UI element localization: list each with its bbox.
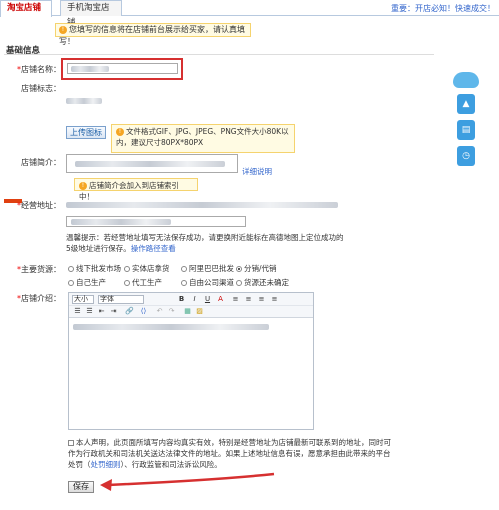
shop-description-label: *店铺介绍： bbox=[17, 294, 61, 303]
clock-icon[interactable]: ◷ bbox=[457, 146, 475, 166]
radio-icon bbox=[181, 266, 187, 272]
bell-icon[interactable]: ▲ bbox=[457, 94, 475, 114]
detail-link[interactable]: 详细说明 bbox=[242, 166, 272, 177]
font-family-select[interactable]: 字体 bbox=[98, 295, 144, 304]
bold-icon[interactable]: B bbox=[177, 295, 186, 304]
top-notice-link[interactable]: 重要：开店必知！快速成交！ bbox=[391, 3, 495, 14]
align-left-icon[interactable]: ≡ bbox=[231, 295, 240, 304]
editor-toolbar-row1: 大小 字体 B I U A ≡ ≡ ≡ ≡ bbox=[69, 293, 313, 306]
table-icon[interactable]: ▨ bbox=[195, 307, 204, 316]
source-option-store[interactable]: 实体店拿货 bbox=[124, 263, 170, 274]
shop-name-label: *店铺名称： bbox=[17, 65, 61, 74]
address-detail-input[interactable] bbox=[66, 216, 246, 227]
rich-text-editor[interactable]: 大小 字体 B I U A ≡ ≡ ≡ ≡ ☰ ☰ ⇤ ⇥ 🔗 ⟨⟩ ↶ ↷ ▦… bbox=[68, 292, 314, 430]
shop-intro-label: 店铺简介： bbox=[21, 158, 61, 167]
redo-icon[interactable]: ↷ bbox=[167, 307, 176, 316]
logo-format-tip: ! 文件格式GIF、JPG、JPEG、PNG文件大小80K以内，建议尺寸80PX*… bbox=[111, 124, 295, 153]
italic-icon[interactable]: I bbox=[190, 295, 199, 304]
font-size-select[interactable]: 大小 bbox=[72, 295, 94, 304]
notice-text: 您填写的信息将在店铺前台展示给买家，请认真填写！ bbox=[59, 25, 245, 46]
radio-icon bbox=[124, 266, 130, 272]
link-icon[interactable]: 🔗 bbox=[125, 307, 134, 316]
radio-icon bbox=[124, 280, 130, 286]
source-label: *主要货源： bbox=[17, 265, 61, 274]
source-option-offline-market[interactable]: 线下批发市场 bbox=[68, 263, 121, 274]
source-option-alibaba[interactable]: 阿里巴巴批发 bbox=[181, 263, 234, 274]
logo-tip-text: 文件格式GIF、JPG、JPEG、PNG文件大小80K以内，建议尺寸80PX*8… bbox=[116, 127, 289, 147]
warning-icon: ! bbox=[116, 128, 124, 136]
cloud-icon bbox=[453, 72, 479, 88]
document-icon[interactable]: ▤ bbox=[457, 120, 475, 140]
section-divider bbox=[4, 54, 434, 55]
outdent-icon[interactable]: ⇤ bbox=[97, 307, 106, 316]
save-button[interactable]: 保存 bbox=[68, 481, 94, 493]
image-icon[interactable]: ▦ bbox=[183, 307, 192, 316]
align-justify-icon[interactable]: ≡ bbox=[270, 295, 279, 304]
address-selects[interactable] bbox=[66, 198, 338, 212]
radio-selected-icon bbox=[236, 266, 242, 272]
radio-icon bbox=[181, 280, 187, 286]
upload-icon-button[interactable]: 上传图标 bbox=[66, 126, 106, 139]
notice-banner: ! 您填写的信息将在店铺前台展示给买家，请认真填写！ bbox=[55, 23, 251, 46]
warning-icon: ! bbox=[79, 182, 87, 190]
indent-icon[interactable]: ⇥ bbox=[109, 307, 118, 316]
shop-logo-label: 店铺标志： bbox=[21, 84, 61, 93]
source-option-oem[interactable]: 代工生产 bbox=[124, 277, 162, 288]
align-center-icon[interactable]: ≡ bbox=[244, 295, 253, 304]
radio-icon bbox=[236, 280, 242, 286]
radio-icon bbox=[68, 280, 74, 286]
source-option-own-company[interactable]: 自由公司渠道 bbox=[181, 277, 234, 288]
shop-name-input[interactable] bbox=[67, 63, 178, 74]
editor-toolbar-row2: ☰ ☰ ⇤ ⇥ 🔗 ⟨⟩ ↶ ↷ ▦ ▨ bbox=[69, 306, 313, 318]
address-path-link[interactable]: 操作路径查看 bbox=[131, 244, 176, 253]
address-label: *经营地址： bbox=[17, 201, 61, 210]
radio-icon bbox=[68, 266, 74, 272]
intro-index-tip: ! 店铺简介会加入到店铺索引中！ bbox=[74, 178, 198, 201]
source-option-distribution[interactable]: 分销/代销 bbox=[236, 263, 277, 274]
ordered-list-icon[interactable]: ☰ bbox=[73, 307, 82, 316]
source-option-undecided[interactable]: 货源还未确定 bbox=[236, 277, 289, 288]
font-color-icon[interactable]: A bbox=[216, 295, 225, 304]
editor-content bbox=[73, 324, 273, 330]
side-toolbar: ▲ ▤ ◷ bbox=[453, 72, 479, 170]
undo-icon[interactable]: ↶ bbox=[155, 307, 164, 316]
declaration-text: 本人声明，此页面所填写内容均真实有效，特别是经营地址为店铺最新可联系到的地址，同… bbox=[68, 438, 391, 469]
address-hint: 温馨提示：若经营地址填写无法保存成功，请更换附近能标在高德地图上定位成功的5级地… bbox=[66, 233, 344, 253]
source-code-icon[interactable]: ⟨⟩ bbox=[139, 307, 148, 316]
logo-image bbox=[66, 93, 108, 109]
penalty-rules-link[interactable]: 处罚细则 bbox=[91, 460, 121, 469]
tab-taobao-shop[interactable]: 淘宝店铺 bbox=[0, 0, 52, 17]
align-right-icon[interactable]: ≡ bbox=[257, 295, 266, 304]
tab-mobile-taobao-shop[interactable]: 手机淘宝店铺 bbox=[60, 0, 122, 28]
unordered-list-icon[interactable]: ☰ bbox=[85, 307, 94, 316]
warning-icon: ! bbox=[59, 25, 67, 34]
arrow-annotation bbox=[100, 472, 275, 491]
source-option-self-produce[interactable]: 自己生产 bbox=[68, 277, 106, 288]
declaration-checkbox[interactable] bbox=[68, 440, 74, 446]
shop-intro-textarea[interactable] bbox=[66, 154, 238, 173]
underline-icon[interactable]: U bbox=[203, 295, 212, 304]
